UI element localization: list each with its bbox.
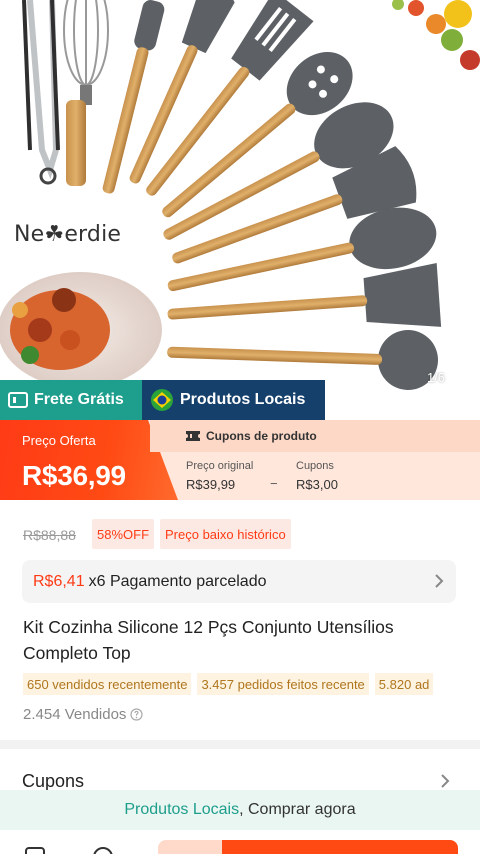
section-divider <box>0 740 480 749</box>
fruit-decoration <box>392 0 480 70</box>
shipping-icon <box>8 392 28 408</box>
food-bowl <box>0 272 162 388</box>
product-page: Ne☘erdie 1/6 Frete Grátis Produtos Locai… <box>0 0 480 854</box>
chevron-right-icon <box>441 774 450 788</box>
original-price-label: Preço original <box>186 460 254 472</box>
add-to-cart-button[interactable] <box>158 840 224 854</box>
product-image-carousel[interactable]: Ne☘erdie 1/6 <box>0 0 480 412</box>
sold-count: 2.454 Vendidos <box>23 706 144 723</box>
local-products-cta[interactable]: Produtos Locais, Comprar agora <box>0 790 480 830</box>
coupons-label: Cupons <box>22 771 85 791</box>
free-shipping-badge: Frete Grátis <box>0 380 142 420</box>
info-icon[interactable] <box>130 708 144 721</box>
minus-sign: − <box>270 476 278 491</box>
local-products-badge: Produtos Locais <box>142 380 325 420</box>
offer-price: R$36,99 <box>22 460 126 491</box>
product-coupons-label: Cupons de produto <box>206 429 317 443</box>
free-shipping-label: Frete Grátis <box>34 391 124 408</box>
bottom-action-bar <box>0 830 480 854</box>
sales-tag: 3.457 pedidos feitos recente <box>197 673 369 695</box>
local-products-label: Produtos Locais <box>180 391 306 408</box>
discount-tag: 58%OFF <box>92 519 155 549</box>
product-title: Kit Cozinha Silicone 12 Pçs Conjunto Ute… <box>23 617 394 663</box>
product-coupons-header: Cupons de produto <box>150 420 480 452</box>
whisk <box>63 0 109 186</box>
sales-tags: 650 vendidos recentemente 3.457 pedidos … <box>23 673 434 695</box>
offer-label: Preço Oferta <box>22 433 96 448</box>
buy-now-button[interactable] <box>222 840 458 854</box>
installment-amount: R$6,41 <box>33 572 85 590</box>
installment-row[interactable]: R$6,41 x6 Pagamento parcelado <box>22 560 456 603</box>
badge-row: Frete Grátis Produtos Locais <box>0 380 325 420</box>
tongs <box>22 0 60 185</box>
sold-count-text: 2.454 Vendidos <box>23 706 127 723</box>
utensils-photo <box>0 0 480 390</box>
image-counter: 1/6 <box>426 370 446 385</box>
chevron-right-icon <box>435 574 444 588</box>
chat-icon[interactable] <box>92 846 114 854</box>
lowest-price-tag: Preço baixo histórico <box>160 519 291 549</box>
brand-logo: Ne☘erdie <box>14 222 122 247</box>
cta-local-text: Produtos Locais <box>124 801 240 818</box>
brazil-flag-icon <box>151 389 173 411</box>
installment-text: x6 Pagamento parcelado <box>88 572 267 590</box>
original-price-value: R$39,99 <box>186 477 236 492</box>
coupon-label: Cupons <box>296 460 334 472</box>
cta-buy-text: , Comprar agora <box>239 801 356 818</box>
store-icon[interactable] <box>24 846 46 854</box>
coupon-value: R$3,00 <box>296 477 338 492</box>
old-price: R$88,88 <box>23 527 76 543</box>
sales-tag: 5.820 ad <box>374 673 434 695</box>
price-banner: Preço Oferta R$36,99 Cupons de produto P… <box>0 420 480 500</box>
coupon-icon <box>186 431 200 441</box>
sales-tag: 650 vendidos recentemente <box>23 673 192 695</box>
